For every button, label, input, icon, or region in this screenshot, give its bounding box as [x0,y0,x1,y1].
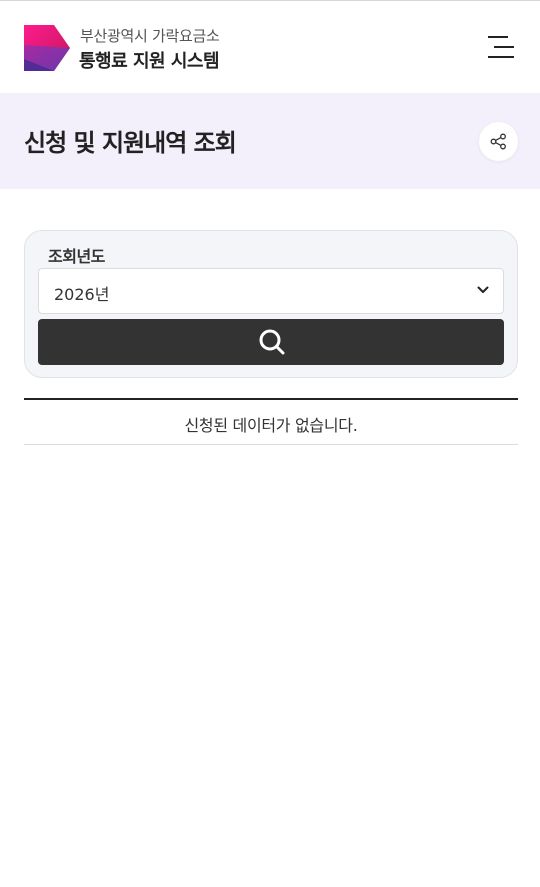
brand-subtitle: 부산광역시 가락요금소 [80,27,220,45]
year-select-value: 2026년 [54,285,110,304]
search-icon [259,329,285,355]
empty-result-message: 신청된 데이터가 없습니다. [184,416,358,435]
year-label: 조회년도 [48,247,105,266]
result-table: 신청된 데이터가 없습니다. [24,398,518,445]
menu-line [494,46,514,48]
year-select[interactable]: 2026년 [38,268,504,314]
search-panel: 조회년도 2026년 [24,230,518,378]
share-icon [490,133,506,150]
menu-line [488,36,508,38]
share-button[interactable] [479,122,518,161]
search-button[interactable] [38,319,504,365]
page-title: 신청 및 지원내역 조회 [24,129,237,157]
hamburger-menu-icon[interactable] [482,31,520,63]
site-header: 부산광역시 가락요금소 통행료 지원 시스템 [0,1,540,93]
chevron-down-icon [477,286,489,293]
brand-title[interactable]: 통행료 지원 시스템 [79,47,220,73]
page-title-band: 신청 및 지원내역 조회 [0,93,540,189]
menu-line [488,56,514,58]
site-logo[interactable] [24,25,70,71]
